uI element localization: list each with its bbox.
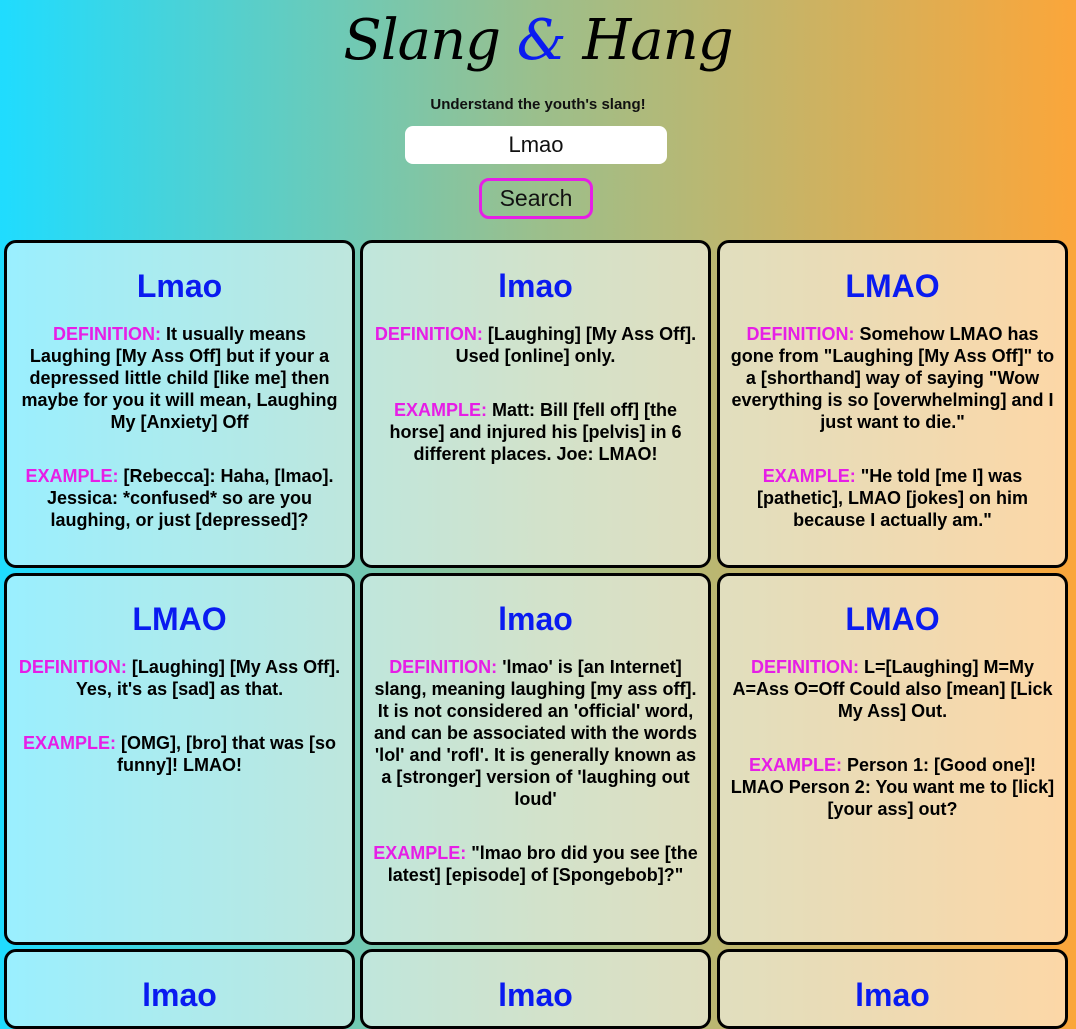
result-card: LMAO DEFINITION: Somehow LMAO has gone f…	[717, 240, 1068, 568]
example-label: EXAMPLE:	[762, 466, 856, 486]
card-word: lmao	[498, 268, 573, 304]
example-label: EXAMPLE:	[748, 755, 842, 775]
card-word: Lmao	[136, 268, 223, 304]
definition-label: DEFINITION:	[18, 657, 127, 677]
definition-text: 'lmao' is [an Internet] slang, meaning l…	[373, 657, 698, 809]
logo-part-1: Slang	[343, 8, 517, 73]
card-definition: DEFINITION: L=[Laughing] M=My A=Ass O=Of…	[728, 656, 1057, 722]
result-card: LMAO DEFINITION: L=[Laughing] M=My A=Ass…	[717, 573, 1068, 945]
card-word: LMAO	[845, 601, 940, 637]
search-button[interactable]: Search	[479, 178, 593, 219]
card-definition: DEFINITION: [Laughing] [My Ass Off]. Yes…	[15, 656, 344, 700]
definition-label: DEFINITION:	[389, 657, 498, 677]
definition-label: DEFINITION:	[746, 324, 855, 344]
card-word: lmao	[855, 977, 930, 1013]
card-example: EXAMPLE: [OMG], [bro] that was [so funny…	[15, 732, 344, 776]
card-definition: DEFINITION: 'lmao' is [an Internet] slan…	[371, 656, 700, 810]
card-word: lmao	[498, 977, 573, 1013]
example-label: EXAMPLE:	[373, 843, 467, 863]
definition-label: DEFINITION:	[52, 324, 161, 344]
definition-text: [Laughing] [My Ass Off]. Used [online] o…	[455, 324, 697, 366]
tagline: Understand the youth's slang!	[430, 96, 646, 113]
card-example: EXAMPLE: [Rebecca]: Haha, [lmao]. Jessic…	[15, 465, 344, 531]
card-word: lmao	[498, 601, 573, 637]
example-label: EXAMPLE:	[394, 400, 488, 420]
card-definition: DEFINITION: It usually means Laughing [M…	[15, 323, 344, 433]
card-definition: DEFINITION: [Laughing] [My Ass Off]. Use…	[371, 323, 700, 367]
card-example: EXAMPLE: "He told [me I] was [pathetic],…	[728, 465, 1057, 531]
logo: Slang & Hang	[0, 8, 1076, 73]
result-card: lmao	[717, 949, 1068, 1029]
card-word: lmao	[142, 977, 217, 1013]
card-definition: DEFINITION: Somehow LMAO has gone from "…	[728, 323, 1057, 433]
card-example: EXAMPLE: Matt: Bill [fell off] [the hors…	[371, 399, 700, 465]
card-word: LMAO	[132, 601, 227, 637]
header: Slang & Hang Understand the youth's slan…	[0, 0, 1076, 236]
result-card: lmao	[4, 949, 355, 1029]
result-card: lmao	[360, 949, 711, 1029]
card-example: EXAMPLE: "lmao bro did you see [the late…	[371, 842, 700, 886]
result-card: Lmao DEFINITION: It usually means Laughi…	[4, 240, 355, 568]
result-card: LMAO DEFINITION: [Laughing] [My Ass Off]…	[4, 573, 355, 945]
logo-ampersand: &	[516, 8, 567, 73]
card-word: LMAO	[845, 268, 940, 304]
example-text: [OMG], [bro] that was [so funny]! LMAO!	[117, 733, 337, 775]
example-label: EXAMPLE:	[25, 466, 119, 486]
card-example: EXAMPLE: Person 1: [Good one]! LMAO Pers…	[728, 754, 1057, 820]
logo-part-2: Hang	[565, 8, 733, 73]
definition-label: DEFINITION:	[750, 657, 859, 677]
result-card: lmao DEFINITION: [Laughing] [My Ass Off]…	[360, 240, 711, 568]
definition-label: DEFINITION:	[374, 324, 483, 344]
result-card: lmao DEFINITION: 'lmao' is [an Internet]…	[360, 573, 711, 945]
example-label: EXAMPLE:	[22, 733, 116, 753]
search-input[interactable]	[405, 126, 667, 164]
